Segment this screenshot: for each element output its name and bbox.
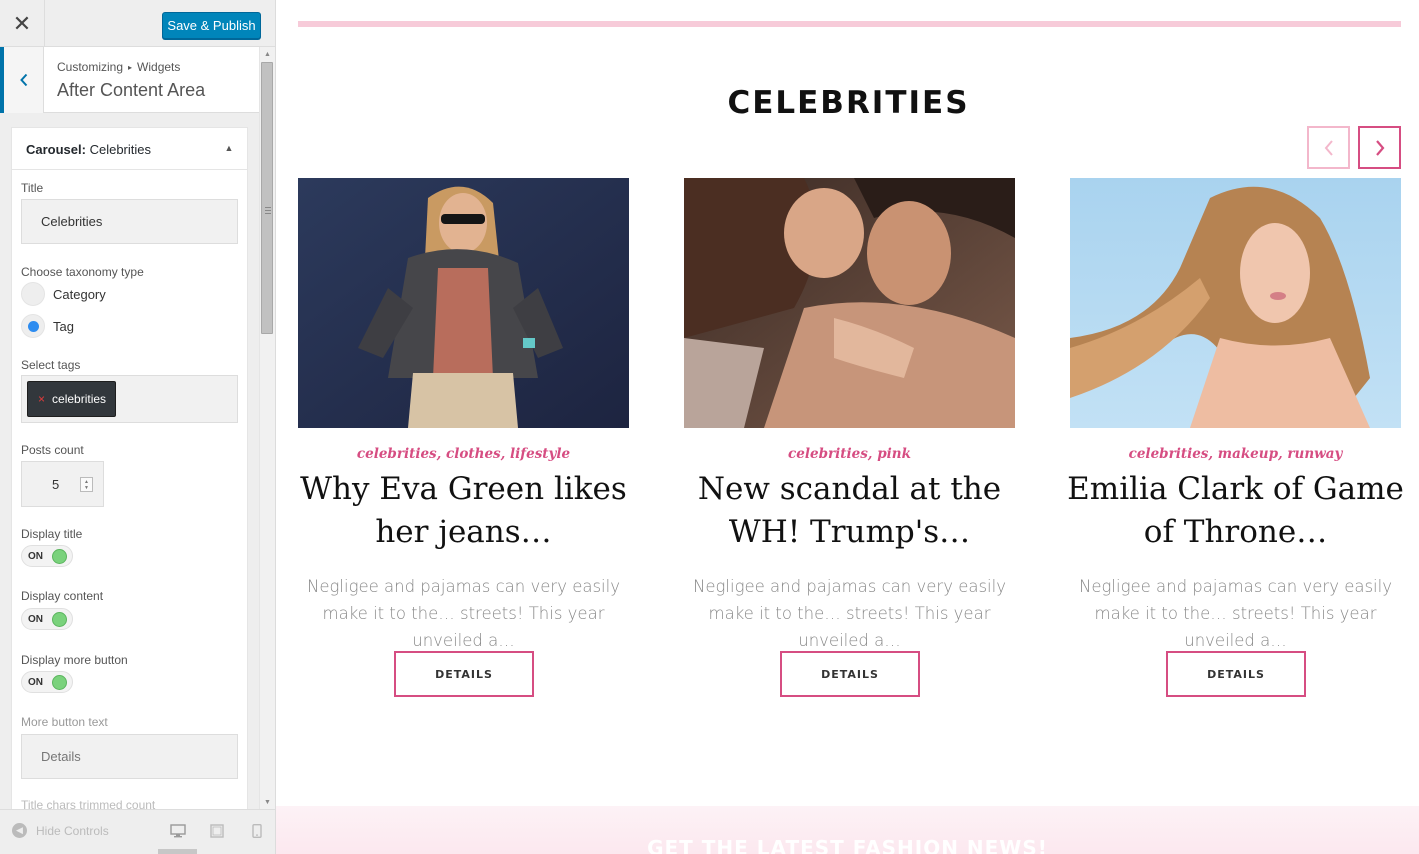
mobile-icon[interactable] bbox=[249, 823, 265, 839]
toggle-knob bbox=[52, 549, 67, 564]
toggle-state: ON bbox=[28, 677, 43, 688]
title-input[interactable]: Celebrities bbox=[21, 199, 238, 244]
post-image[interactable] bbox=[298, 178, 629, 428]
newsletter-heading: GET THE LATEST FASHION NEWS! bbox=[647, 836, 1048, 854]
hide-controls-button[interactable]: ◀ Hide Controls bbox=[12, 823, 109, 838]
number-spinner-icon[interactable]: ▲ ▼ bbox=[80, 477, 93, 492]
back-icon[interactable] bbox=[0, 47, 44, 113]
post-title[interactable]: New scandal at the WH! Trump's… bbox=[676, 468, 1023, 554]
scroll-thumb[interactable] bbox=[261, 62, 273, 334]
display-title-toggle[interactable]: ON bbox=[21, 545, 73, 567]
breadcrumb: Customizing ▸ Widgets bbox=[57, 60, 180, 74]
close-icon[interactable]: ✕ bbox=[0, 0, 45, 47]
site-preview: CELEBRITIES celebrities, clothes, lifest… bbox=[276, 0, 1419, 854]
collapse-icon: ◀ bbox=[12, 823, 27, 838]
carousel-next-button[interactable] bbox=[1358, 126, 1401, 169]
details-button[interactable]: DETAILS bbox=[780, 651, 920, 697]
post-tags[interactable]: celebrities, pink bbox=[684, 446, 1015, 462]
posts-count-input[interactable]: 5 ▲ ▼ bbox=[21, 461, 104, 507]
chevron-right-icon bbox=[1375, 139, 1384, 156]
post-title[interactable]: Emilia Clark of Game of Throne… bbox=[1062, 468, 1409, 554]
radio-category[interactable] bbox=[21, 282, 45, 306]
breadcrumb-root: Customizing bbox=[57, 60, 124, 74]
display-title-label: Display title bbox=[21, 527, 83, 541]
post-excerpt: Negligee and pajamas can very easily mak… bbox=[693, 577, 1006, 650]
post-title[interactable]: Why Eva Green likes her jeans… bbox=[290, 468, 637, 554]
tablet-icon[interactable] bbox=[209, 824, 225, 838]
tag-chip-label: celebrities bbox=[52, 392, 107, 406]
chevron-left-icon bbox=[1324, 139, 1333, 156]
divider bbox=[298, 21, 1401, 27]
post-tags[interactable]: celebrities, clothes, lifestyle bbox=[298, 446, 629, 462]
post-excerpt: Negligee and pajamas can very easily mak… bbox=[1079, 577, 1392, 650]
toggle-state: ON bbox=[28, 614, 43, 625]
remove-tag-icon[interactable]: × bbox=[38, 392, 45, 406]
details-button[interactable]: DETAILS bbox=[394, 651, 534, 697]
tags-select[interactable]: × celebrities bbox=[21, 375, 238, 423]
post-image[interactable] bbox=[1070, 178, 1401, 428]
radio-tag-label: Tag bbox=[53, 319, 74, 334]
post-image[interactable] bbox=[684, 178, 1015, 428]
customizer-footer: ◀ Hide Controls bbox=[0, 809, 275, 854]
newsletter-section: GET THE LATEST FASHION NEWS! bbox=[276, 806, 1419, 854]
widget-header[interactable]: Carousel: Celebrities ▲ bbox=[12, 128, 247, 170]
hide-controls-label: Hide Controls bbox=[36, 823, 109, 838]
carousel-widget: Carousel: Celebrities ▲ Title Celebritie… bbox=[11, 127, 248, 817]
customizer-header: ✕ Save & Publish bbox=[0, 0, 275, 47]
widget-title: Carousel: Celebrities bbox=[26, 142, 151, 157]
breadcrumb-current: Widgets bbox=[137, 60, 181, 74]
more-text-label: More button text bbox=[21, 715, 108, 729]
customizer-sidebar: ✕ Save & Publish Customizing ▸ Widgets Aft… bbox=[0, 0, 276, 854]
select-tags-label: Select tags bbox=[21, 358, 81, 372]
toggle-knob bbox=[52, 612, 67, 627]
toggle-state: ON bbox=[28, 551, 43, 562]
scroll-down-icon[interactable]: ▼ bbox=[260, 795, 275, 809]
post-excerpt: Negligee and pajamas can very easily mak… bbox=[307, 577, 620, 650]
widget-name: Celebrities bbox=[89, 142, 152, 157]
save-publish-button[interactable]: Save & Publish bbox=[162, 12, 261, 39]
scroll-grip-icon bbox=[265, 207, 271, 214]
posts-count-value: 5 bbox=[52, 477, 60, 492]
radio-category-label: Category bbox=[53, 287, 106, 302]
customizer-app: ✕ Save & Publish Customizing ▸ Widgets Aft… bbox=[0, 0, 1419, 854]
title-label: Title bbox=[21, 181, 44, 195]
tag-chip: × celebrities bbox=[27, 381, 117, 417]
carousel-prev-button[interactable] bbox=[1307, 126, 1350, 169]
display-more-toggle[interactable]: ON bbox=[21, 671, 73, 693]
radio-tag[interactable] bbox=[21, 314, 45, 338]
scroll-up-icon[interactable]: ▲ bbox=[260, 47, 275, 61]
post-tags[interactable]: celebrities, makeup, runway bbox=[1070, 446, 1401, 462]
taxonomy-label: Choose taxonomy type bbox=[21, 265, 144, 279]
widget-type: Carousel: bbox=[26, 142, 86, 157]
display-content-label: Display content bbox=[21, 589, 104, 603]
breadcrumb-separator-icon: ▸ bbox=[128, 63, 133, 72]
section-header: Customizing ▸ Widgets After Content Area bbox=[0, 47, 259, 113]
display-content-toggle[interactable]: ON bbox=[21, 608, 73, 630]
collapse-arrow-icon[interactable]: ▲ bbox=[221, 140, 237, 156]
posts-count-label: Posts count bbox=[21, 443, 84, 457]
details-button[interactable]: DETAILS bbox=[1166, 651, 1306, 697]
display-more-label: Display more button bbox=[21, 653, 128, 667]
desktop-icon[interactable] bbox=[170, 824, 186, 838]
sidebar-scrollbar[interactable]: ▲ ▼ bbox=[259, 47, 275, 809]
more-text-input[interactable]: Details bbox=[21, 734, 238, 779]
active-device-indicator bbox=[158, 849, 197, 854]
toggle-knob bbox=[52, 675, 67, 690]
section-title: After Content Area bbox=[57, 80, 206, 100]
carousel-heading: CELEBRITIES bbox=[727, 85, 970, 121]
